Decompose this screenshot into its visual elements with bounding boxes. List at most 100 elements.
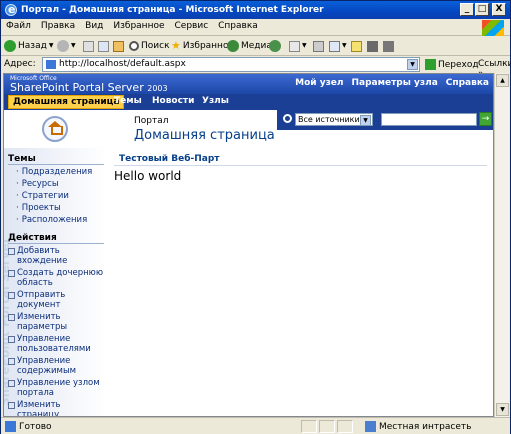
status-text: Готово bbox=[19, 421, 52, 432]
title-band: Портал Домашняя страница Все источники ▼ … bbox=[4, 110, 493, 148]
history-button[interactable] bbox=[269, 38, 281, 54]
action-manage-portal-site[interactable]: Управление узлом портала bbox=[8, 378, 104, 398]
stop-button[interactable] bbox=[83, 38, 94, 54]
sharepoint-header: Microsoft Office SharePoint Portal Serve… bbox=[4, 74, 493, 94]
refresh-icon bbox=[98, 40, 109, 52]
menu-favorites[interactable]: Избранное bbox=[108, 19, 169, 33]
webpart-title[interactable]: Тестовый Веб-Парт bbox=[114, 154, 487, 166]
webpart-body: Hello world bbox=[114, 169, 182, 183]
chevron-down-icon[interactable]: ▼ bbox=[360, 115, 371, 126]
status-pane bbox=[319, 420, 335, 433]
home-button[interactable] bbox=[113, 38, 124, 54]
help-link[interactable]: Справка bbox=[446, 78, 489, 88]
mail-icon bbox=[289, 40, 300, 52]
stop-icon bbox=[83, 40, 94, 52]
edit-icon bbox=[329, 40, 340, 52]
edit-button[interactable]: ▼ bbox=[329, 38, 347, 54]
research-icon bbox=[367, 40, 378, 52]
sidebar-item-projects[interactable]: Проекты bbox=[16, 203, 61, 213]
menu-bar: Файл Правка Вид Избранное Сервис Справка bbox=[1, 19, 510, 36]
scroll-down-icon[interactable]: ▼ bbox=[496, 403, 509, 416]
research-button[interactable] bbox=[367, 38, 378, 54]
sidebar-item-departments[interactable]: Подразделения bbox=[16, 167, 93, 177]
menu-tools[interactable]: Сервис bbox=[170, 19, 214, 33]
action-manage-users[interactable]: Управление пользователями bbox=[8, 334, 104, 354]
status-pane bbox=[301, 420, 317, 433]
browser-window: Портал - Домашняя страница - Microsoft I… bbox=[0, 0, 511, 434]
status-pane bbox=[337, 420, 353, 433]
print-button[interactable] bbox=[313, 38, 324, 54]
windows-logo-icon bbox=[482, 20, 504, 36]
search-input[interactable] bbox=[381, 113, 477, 126]
minimize-button[interactable]: _ bbox=[460, 3, 474, 16]
go-arrow-icon bbox=[425, 59, 436, 70]
action-edit-page[interactable]: Изменить страницу bbox=[8, 400, 104, 416]
menu-file[interactable]: Файл bbox=[1, 19, 36, 33]
media-button[interactable]: Медиа bbox=[227, 38, 272, 54]
search-go-button[interactable]: → bbox=[479, 112, 492, 126]
menu-help[interactable]: Справка bbox=[213, 19, 263, 33]
go-button[interactable]: Переход bbox=[425, 59, 479, 70]
search-scope-select[interactable]: Все источники ▼ bbox=[295, 113, 373, 126]
breadcrumb[interactable]: Портал bbox=[134, 116, 169, 126]
address-input[interactable]: http://localhost/default.aspx ▼ bbox=[42, 57, 420, 72]
chevron-down-icon[interactable]: ▼ bbox=[407, 59, 418, 70]
address-bar: Адрес: http://localhost/default.aspx ▼ Пе… bbox=[1, 56, 511, 79]
print-icon bbox=[313, 40, 324, 52]
topics-header: Темы bbox=[8, 154, 104, 165]
my-site-link[interactable]: Мой узел bbox=[295, 78, 343, 88]
vertical-scrollbar[interactable]: ▲ ▼ bbox=[494, 73, 509, 417]
forward-arrow-icon bbox=[57, 40, 69, 52]
action-upload-document[interactable]: Отправить документ bbox=[8, 290, 104, 310]
action-change-settings[interactable]: Изменить параметры bbox=[8, 312, 104, 332]
status-bar: Готово Местная интрасеть bbox=[1, 417, 510, 434]
menu-view[interactable]: Вид bbox=[80, 19, 108, 33]
action-add-listing[interactable]: Добавить вхождение bbox=[8, 246, 104, 266]
tab-home[interactable]: Домашняя страница bbox=[8, 95, 125, 109]
search-button[interactable]: Поиск bbox=[129, 38, 170, 54]
refresh-button[interactable] bbox=[98, 38, 109, 54]
top-links: Мой узел Параметры узла Справка bbox=[287, 78, 489, 88]
search-bar: Все источники ▼ → bbox=[277, 110, 493, 130]
tab-news[interactable]: Новости bbox=[152, 96, 194, 106]
menu-edit[interactable]: Правка bbox=[36, 19, 80, 33]
window-title: Портал - Домашняя страница - Microsoft I… bbox=[21, 5, 324, 15]
search-icon bbox=[283, 114, 292, 123]
discuss-button[interactable] bbox=[351, 38, 362, 54]
home-icon bbox=[113, 40, 124, 52]
sharepoint-logo: Microsoft Office SharePoint Portal Serve… bbox=[10, 75, 168, 94]
intranet-zone-icon bbox=[365, 421, 376, 432]
forward-button[interactable]: ▼ bbox=[57, 38, 76, 54]
address-label: Адрес: bbox=[4, 59, 36, 69]
left-sidebar: SharePoint Portal Server Темы Подразделе… bbox=[4, 148, 106, 416]
star-icon: ★ bbox=[171, 39, 181, 52]
actions-header: Действия bbox=[8, 233, 104, 244]
action-create-subarea[interactable]: Создать дочернюю область bbox=[8, 268, 104, 288]
sidebar-item-locations[interactable]: Расположения bbox=[16, 215, 87, 225]
search-icon bbox=[129, 41, 139, 51]
sidebar-item-strategies[interactable]: Стратегии bbox=[16, 191, 69, 201]
messenger-icon bbox=[383, 40, 394, 52]
mail-button[interactable]: ▼ bbox=[289, 38, 307, 54]
favorites-button[interactable]: ★ Избранное bbox=[171, 38, 234, 54]
back-arrow-icon bbox=[4, 40, 16, 52]
back-button[interactable]: Назад ▼ bbox=[4, 38, 53, 54]
maximize-button[interactable]: □ bbox=[475, 3, 489, 16]
page-viewport: Microsoft Office SharePoint Portal Serve… bbox=[3, 73, 494, 417]
tab-sites[interactable]: Узлы bbox=[202, 96, 229, 106]
history-icon bbox=[269, 40, 281, 52]
page-title: Домашняя страница bbox=[134, 128, 275, 143]
scroll-up-icon[interactable]: ▲ bbox=[496, 74, 509, 87]
toolbar: Назад ▼ ▼ Поиск ★ Избранное Медиа ▼ ▼ bbox=[1, 36, 510, 56]
messenger-button[interactable] bbox=[383, 38, 394, 54]
home-page-icon bbox=[42, 116, 68, 142]
discuss-icon bbox=[351, 40, 362, 52]
page-icon bbox=[5, 421, 16, 432]
sidebar-item-resources[interactable]: Ресурсы bbox=[16, 179, 59, 189]
close-button[interactable]: X bbox=[492, 3, 506, 16]
zone-text: Местная интрасеть bbox=[379, 421, 472, 432]
tab-topics[interactable]: Темы bbox=[114, 96, 142, 106]
ie-logo-icon bbox=[5, 1, 17, 19]
site-settings-link[interactable]: Параметры узла bbox=[352, 78, 438, 88]
action-manage-content[interactable]: Управление содержимым bbox=[8, 356, 104, 376]
